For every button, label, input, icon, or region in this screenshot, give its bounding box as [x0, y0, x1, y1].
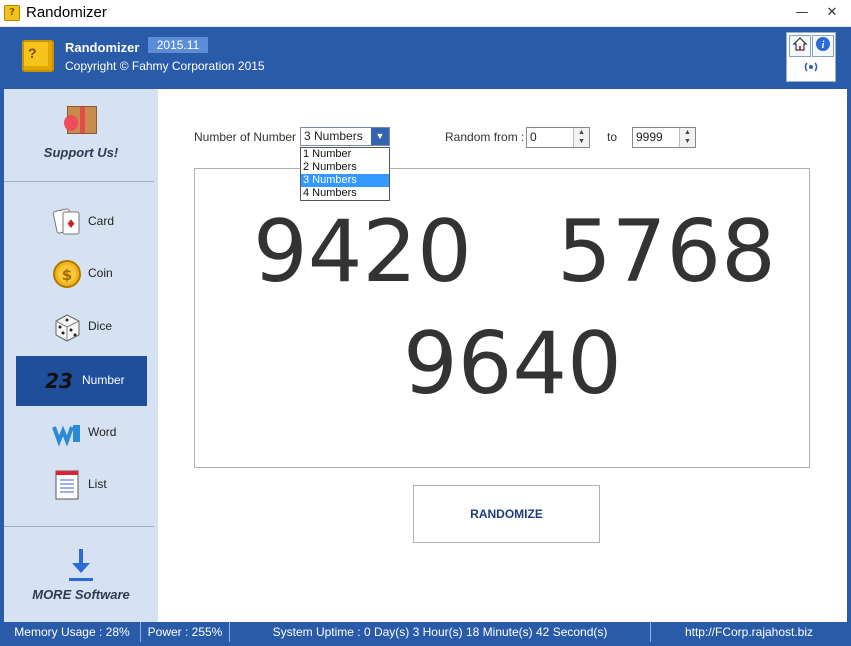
cards-icon: ♦ — [52, 206, 82, 238]
uptime-status: System Uptime : 0 Day(s) 3 Hour(s) 18 Mi… — [230, 622, 651, 642]
random-from-label: Random from : — [445, 130, 525, 144]
sidebar-item-label: Dice — [88, 319, 113, 333]
window-title: Randomizer — [26, 4, 107, 21]
download-arrow-icon — [66, 547, 96, 583]
coin-icon: $ — [52, 258, 82, 290]
list-icon — [52, 469, 82, 501]
sidebar-divider — [4, 181, 154, 182]
title-bar: ? Randomizer — ✕ — [0, 0, 851, 27]
close-button[interactable]: ✕ — [818, 2, 846, 24]
app-icon: ? — [4, 5, 20, 21]
word-icon — [52, 417, 82, 449]
svg-text:♦: ♦ — [66, 217, 77, 231]
number-count-select[interactable]: 3 Numbers ▼ — [300, 127, 390, 146]
randomize-button[interactable]: RANDOMIZE — [413, 485, 600, 543]
copyright-text: Copyright © Fahmy Corporation 2015 — [65, 59, 265, 73]
home-icon[interactable] — [789, 35, 811, 57]
sidebar-item-label: Word — [88, 425, 117, 439]
broadcast-icon[interactable] — [800, 59, 822, 81]
balloon-icon — [64, 115, 78, 131]
result-number: 9640 — [403, 314, 622, 414]
minimize-button[interactable]: — — [788, 2, 816, 24]
from-value: 0 — [530, 130, 537, 144]
svg-text:i: i — [822, 40, 825, 51]
from-value-stepper[interactable]: 0 ▲ ▼ — [526, 127, 590, 148]
to-label: to — [607, 130, 618, 144]
status-bar: Memory Usage : 28% Power : 255% System U… — [4, 622, 847, 642]
results-panel: 9420 5768 9640 — [194, 168, 810, 468]
sidebar-item-label: List — [88, 477, 107, 491]
option-1-number[interactable]: 1 Number — [301, 148, 389, 161]
sidebar-item-dice[interactable]: Dice — [16, 302, 147, 352]
number-count-options: 1 Number 2 Numbers 3 Numbers 4 Numbers — [300, 147, 390, 201]
to-value: 9999 — [636, 130, 663, 144]
sidebar-item-label: Coin — [88, 266, 113, 280]
memory-usage-status: Memory Usage : 28% — [4, 622, 141, 642]
stepper-up-icon[interactable]: ▲ — [680, 128, 695, 137]
result-number: 9420 — [253, 202, 472, 302]
version-badge: 2015.11 — [148, 37, 208, 53]
sidebar-item-label: Number — [82, 373, 125, 387]
dice-icon — [52, 311, 82, 343]
app-name: Randomizer — [65, 40, 140, 55]
header: ? Randomizer 2015.11 Copyright © Fahmy C… — [4, 27, 847, 89]
app-logo-icon: ? — [22, 40, 54, 72]
stepper-down-icon[interactable]: ▼ — [574, 137, 589, 146]
website-link[interactable]: http://FCorp.rajahost.biz — [651, 622, 847, 642]
option-4-numbers[interactable]: 4 Numbers — [301, 187, 389, 200]
sidebar-item-number[interactable]: 23 Number — [16, 356, 147, 406]
option-2-numbers[interactable]: 2 Numbers — [301, 161, 389, 174]
sidebar-item-word[interactable]: Word — [16, 408, 147, 458]
stepper-up-icon[interactable]: ▲ — [574, 128, 589, 137]
selected-value: 3 Numbers — [304, 129, 363, 143]
sidebar-divider — [4, 526, 154, 527]
info-icon[interactable]: i — [812, 35, 834, 57]
sidebar-item-coin[interactable]: $ Coin — [16, 249, 147, 299]
number-of-number-label: Number of Number : — [194, 130, 303, 144]
sidebar-item-list[interactable]: List — [16, 460, 147, 510]
support-us-label: Support Us! — [43, 145, 119, 160]
stepper-buttons: ▲ ▼ — [679, 128, 695, 147]
main-panel: Number of Number : 3 Numbers ▼ 1 Number … — [158, 89, 847, 622]
stepper-buttons: ▲ ▼ — [573, 128, 589, 147]
option-3-numbers[interactable]: 3 Numbers — [301, 174, 389, 187]
sidebar: Support Us! ♦ Card $ Coin Dice 23 Number… — [4, 89, 158, 622]
stepper-down-icon[interactable]: ▼ — [680, 137, 695, 146]
result-number: 5768 — [557, 202, 776, 302]
chevron-down-icon[interactable]: ▼ — [371, 128, 389, 145]
more-software-label: MORE Software — [32, 587, 130, 602]
sidebar-item-label: Card — [88, 214, 115, 228]
number-icon: 23 — [45, 369, 73, 393]
support-us-button[interactable]: Support Us! — [4, 89, 158, 181]
power-status: Power : 255% — [141, 622, 230, 642]
sidebar-item-card[interactable]: ♦ Card — [16, 197, 147, 247]
header-toolbox: i — [786, 32, 836, 82]
svg-text:$: $ — [62, 266, 72, 284]
more-software-button[interactable]: MORE Software — [4, 529, 158, 622]
to-value-stepper[interactable]: 9999 ▲ ▼ — [632, 127, 696, 148]
